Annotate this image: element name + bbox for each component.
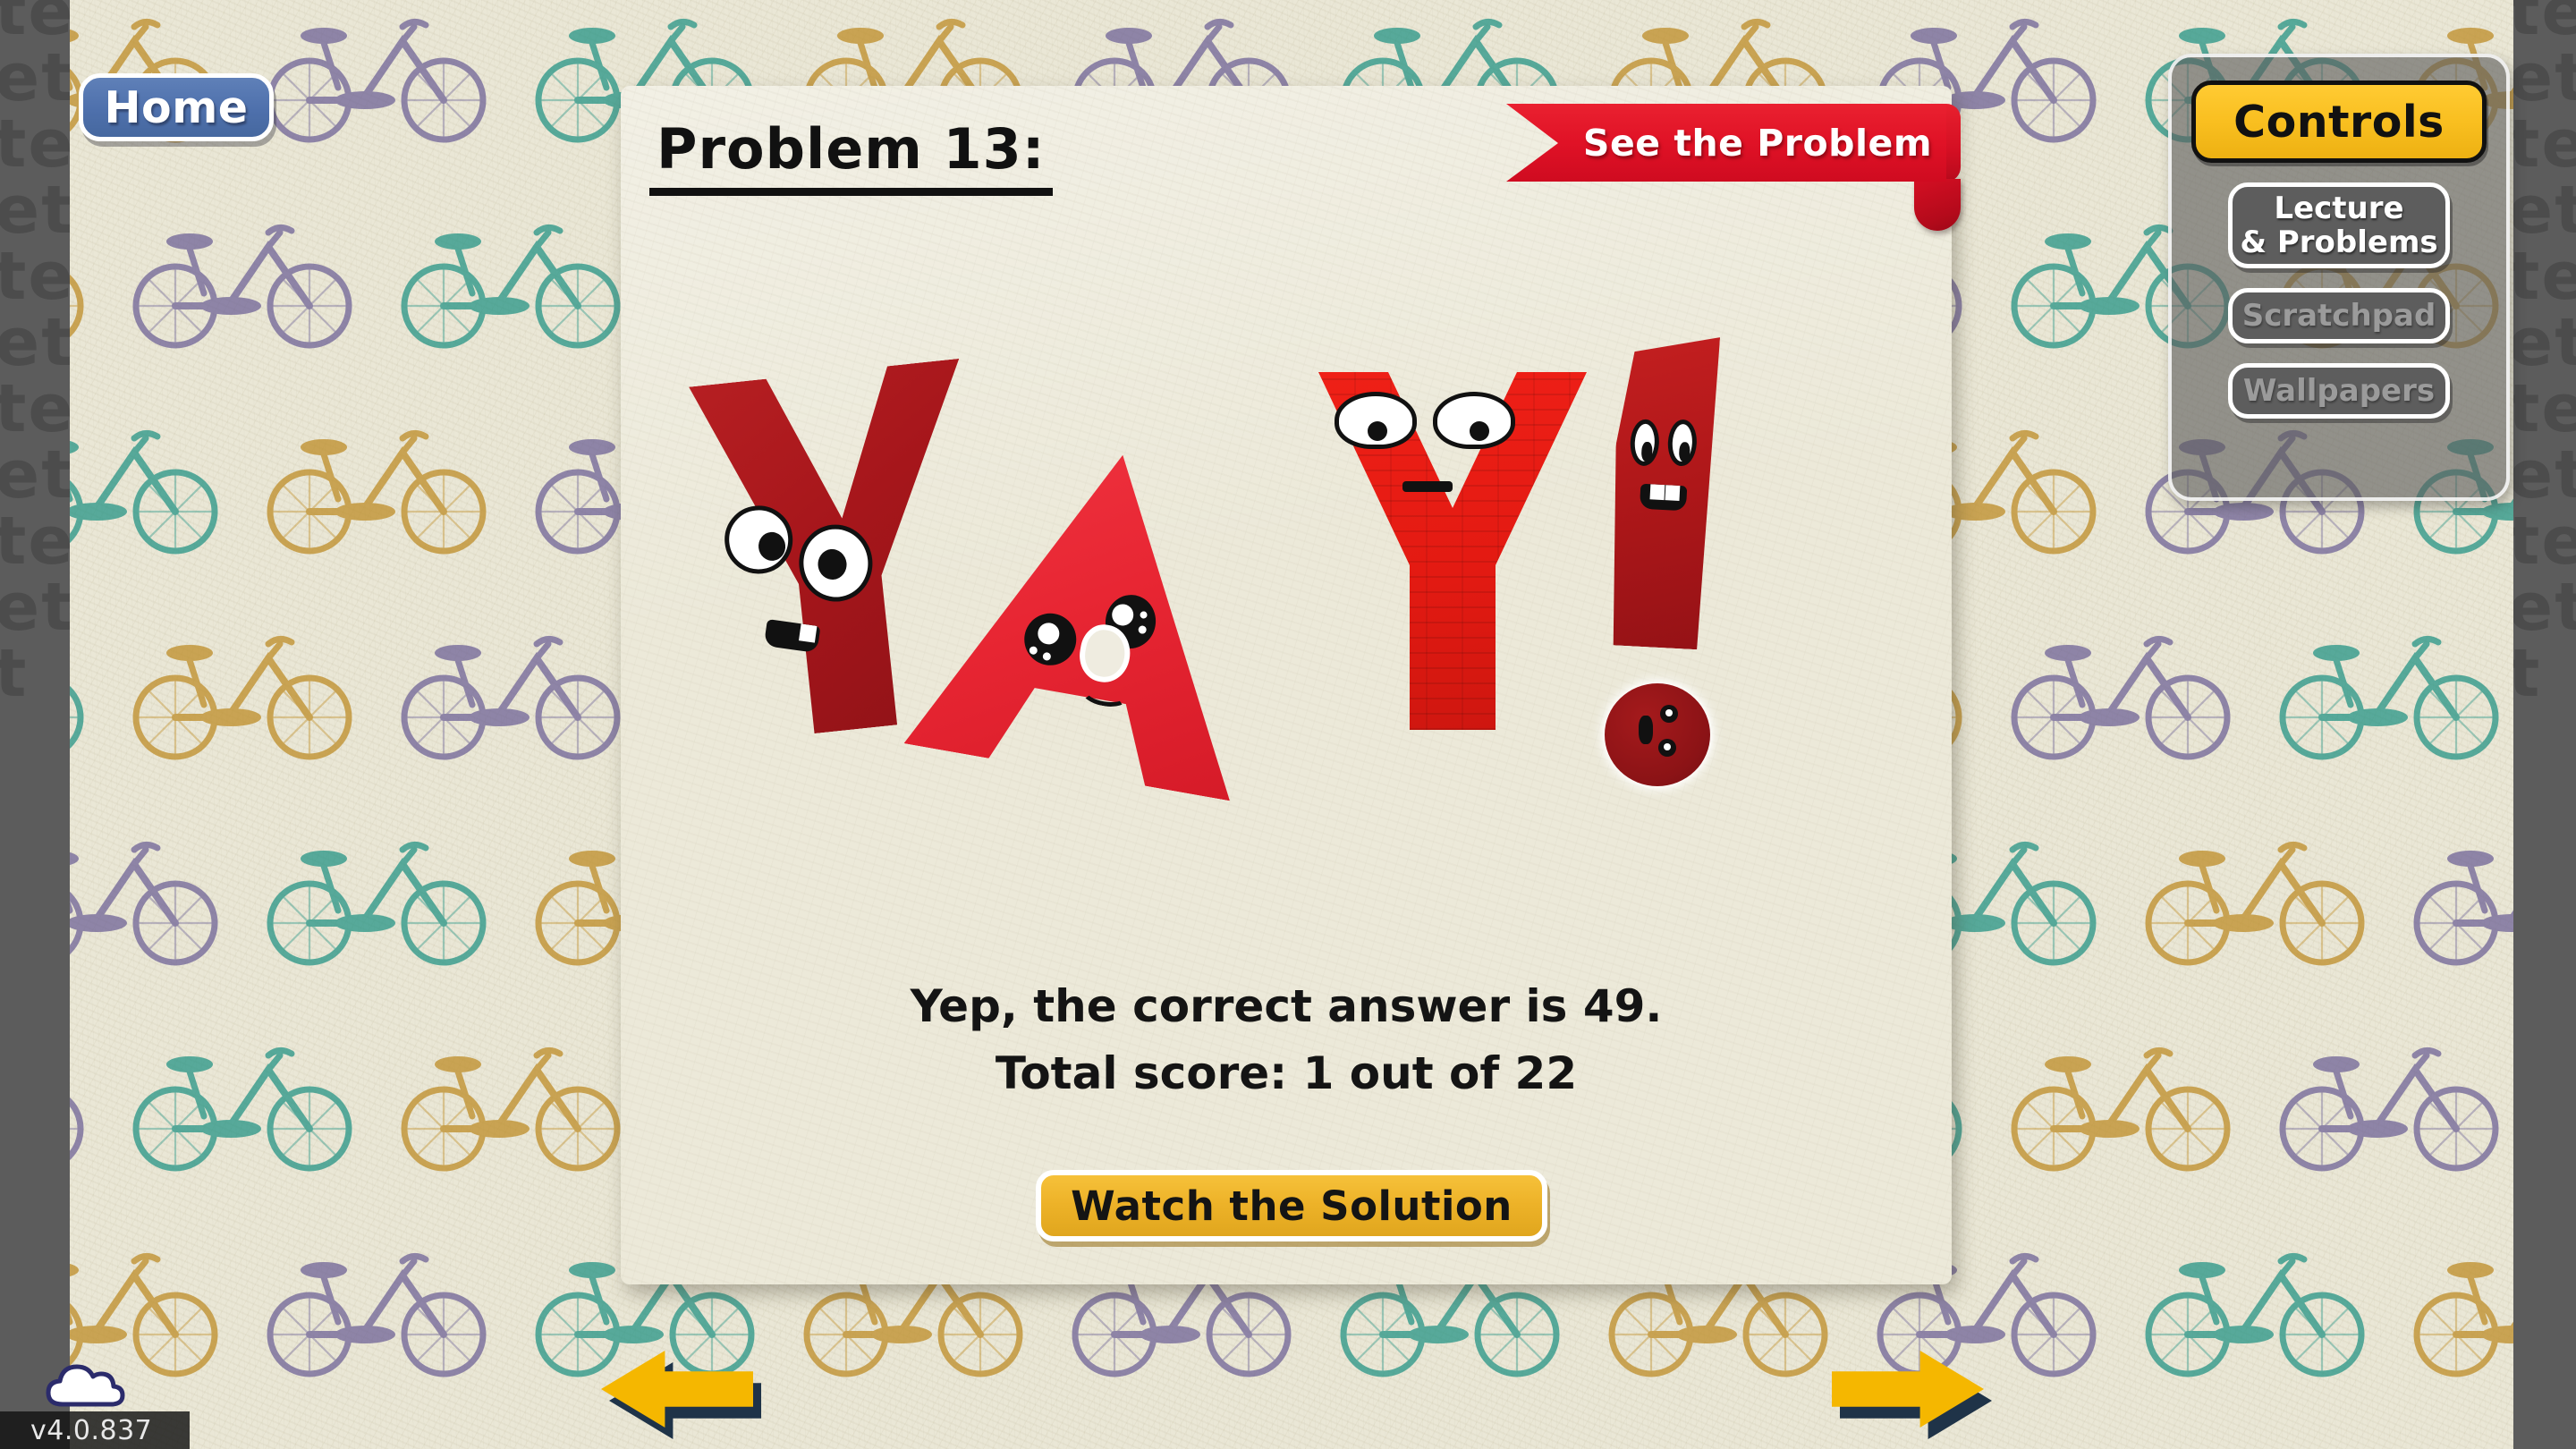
sidebar-item-wallpapers[interactable]: Wallpapers (2228, 363, 2450, 419)
exclamation-dot-eye-lower (1658, 739, 1676, 757)
edge-watermark-right: tetetetetetetetetetetetetetetet (2513, 0, 2576, 712)
letter-y-second-glyph (1318, 372, 1587, 730)
letter-y-second-eye-right (1433, 392, 1515, 449)
total-score: Total score: 1 out of 22 (995, 1047, 1578, 1099)
left-edge-strip: tetetetetetetetetetetetetetetet (0, 0, 70, 1449)
celebration-yay-artwork (701, 372, 1873, 792)
edge-watermark-left: tetetetetetetetetetetetetetetet (0, 0, 70, 712)
previous-arrow-icon[interactable] (601, 1351, 761, 1439)
result-message: Yep, the correct answer is 49. (910, 980, 1663, 1032)
see-the-problem-button[interactable]: See the Problem (1506, 104, 1962, 231)
version-text: v4.0.837 (30, 1414, 153, 1446)
letter-a-shape (904, 427, 1286, 801)
home-button[interactable]: Home (79, 73, 274, 141)
exclamation-dot-mouth (1639, 716, 1653, 744)
next-arrow-icon[interactable] (1832, 1351, 1992, 1439)
version-label: v4.0.837 (0, 1411, 190, 1449)
see-the-problem-label: See the Problem (1582, 121, 1933, 165)
exclamation-dot-glyph (1605, 683, 1710, 786)
controls-header-label: Controls (2233, 96, 2445, 148)
watch-solution-label: Watch the Solution (1071, 1182, 1513, 1230)
problem-card: Problem 13: Yep, the correct answer is 4… (621, 86, 1961, 1284)
letter-y-second-mouth (1402, 481, 1453, 492)
ribbon-fold-tail (1914, 179, 1961, 231)
letter-a-glyph (904, 427, 1286, 801)
exclamation-bar-glyph (1606, 332, 1720, 649)
scratchpad-label: Scratchpad (2241, 298, 2436, 334)
exclamation-mouth (1639, 483, 1688, 512)
sidebar-item-lecture-and-problems[interactable]: Lecture & Problems (2228, 182, 2450, 268)
exclamation-dot-shape (1605, 683, 1710, 786)
right-edge-strip: tetetetetetetetetetetetetetetet (2513, 0, 2576, 1449)
letter-y-second-eye-left (1335, 392, 1417, 449)
watch-solution-button[interactable]: Watch the Solution (1036, 1170, 1547, 1241)
controls-header-button[interactable]: Controls (2191, 80, 2487, 163)
page-title: Problem 13: (649, 114, 1053, 196)
sidebar-item-scratchpad[interactable]: Scratchpad (2228, 288, 2450, 343)
lecture-and-problems-label: Lecture & Problems (2240, 191, 2438, 260)
wallpapers-label: Wallpapers (2242, 373, 2436, 409)
home-button-label: Home (104, 81, 249, 133)
exclamation-dot-eye-upper (1660, 705, 1678, 723)
controls-panel: Controls Lecture & Problems Scratchpad Wa… (2168, 54, 2510, 501)
app-root: tetetetetetetetetetetetetetetet tetetete… (0, 0, 2576, 1449)
cloud-icon[interactable] (43, 1360, 125, 1408)
